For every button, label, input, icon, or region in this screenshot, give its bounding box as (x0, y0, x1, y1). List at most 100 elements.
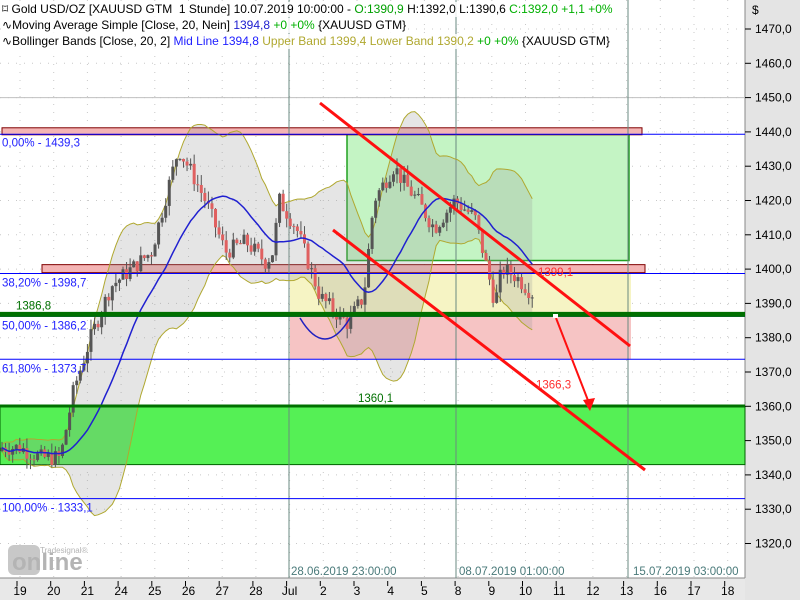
candle-body (256, 243, 260, 249)
candle-body (7, 451, 11, 455)
x-tick-label: 24 (114, 584, 128, 598)
candle-body (313, 268, 317, 287)
y-tick-label: 1460,0 (755, 56, 792, 70)
candle-body (214, 208, 218, 228)
candle-body (331, 298, 335, 313)
legend-ma: ∿Moving Average Simple [Close, 20, Nein]… (2, 18, 407, 33)
candle-body (434, 224, 438, 233)
logo-tagline: Tradesignal® (40, 546, 88, 555)
candle-body (459, 203, 463, 211)
y-tick-label: 1410,0 (755, 228, 792, 242)
candle-body (221, 234, 225, 241)
legend-close: C:1392,0 +1,1 +0% (509, 2, 613, 16)
candle-body (146, 255, 150, 259)
candle-body (142, 255, 146, 259)
x-tick-label: 18 (721, 584, 735, 598)
candle-body (167, 179, 171, 206)
candle-body (399, 168, 403, 183)
candle-body (117, 279, 121, 283)
candle-body (484, 253, 488, 261)
candle-body (292, 226, 296, 228)
candle-body (224, 240, 228, 253)
candle-body (402, 174, 406, 183)
level-label-1360: 1360,1 (358, 393, 393, 405)
legend-ma-change: +0 +0% (273, 18, 315, 32)
candle-body (388, 181, 392, 188)
x-tick-label: 2 (320, 584, 327, 598)
price-chart[interactable]: 0,00% - 1439,3 38,20% - 1398,7 50,00% - 13… (0, 0, 800, 600)
fib-label-382: 38,20% - 1398,7 (2, 278, 86, 290)
x-tick-label: 11 (553, 584, 566, 598)
candle-body (89, 329, 93, 352)
y-tick-label: 1360,0 (755, 399, 792, 413)
candle-body (249, 245, 253, 252)
y-tick-label: 1350,0 (755, 434, 792, 448)
candle-body (416, 193, 420, 195)
y-tick-label: 1420,0 (755, 194, 792, 208)
x-tick-label: 20 (47, 584, 61, 598)
candle-body (178, 158, 182, 160)
candle-body (50, 453, 54, 465)
candle-body (438, 226, 442, 233)
x-tick-label: 27 (216, 584, 230, 598)
x-tick-label: Jul (282, 584, 297, 598)
x-tick-label: 8 (455, 584, 462, 598)
candle-body (36, 453, 40, 460)
candle-body (210, 203, 214, 209)
y-tick-label: 1450,0 (755, 91, 792, 105)
fib-label-618: 61,80% - 1373,7 (2, 363, 86, 375)
candle-body (171, 166, 175, 180)
candle-body (160, 217, 164, 223)
candle-body (196, 184, 200, 186)
candle-body (203, 192, 207, 201)
x-tick-label: 25 (148, 584, 162, 598)
candle-body (395, 168, 399, 175)
candle-body (235, 239, 239, 244)
candle-body (217, 227, 221, 235)
candle-body (463, 209, 467, 211)
x-tick-label: 9 (488, 584, 495, 598)
candle-body (228, 252, 232, 258)
candle-body (60, 444, 64, 456)
candle-body (310, 268, 314, 270)
candle-body (185, 161, 189, 166)
y-tick-label: 1380,0 (755, 331, 792, 345)
candle-body (530, 297, 534, 299)
candle-body (199, 185, 203, 193)
candle-body (260, 248, 264, 260)
candle-body (64, 430, 68, 445)
candle-body (110, 286, 114, 301)
x-tick-label: 17 (687, 584, 701, 598)
candle-body (242, 234, 246, 244)
legend-open: O:1390,9 (354, 2, 404, 16)
candle-body (285, 211, 289, 219)
candle-body (409, 186, 413, 196)
y-tick-label: 1440,0 (755, 125, 792, 139)
x-tick-label: 26 (182, 584, 196, 598)
date-label-3: 15.07.2019 03:00:00 (633, 566, 739, 578)
candle-body (132, 261, 136, 268)
candle-body (278, 193, 282, 223)
date-label-2: 08.07.2019 01:00:00 (459, 566, 565, 578)
y-tick-label: 1400,0 (755, 262, 792, 276)
indicator-icon: ∿ (2, 18, 13, 32)
level-label-1399: 1399,1 (538, 267, 573, 279)
candle-body (164, 205, 168, 218)
candle-body (349, 315, 353, 329)
candle-body (320, 293, 324, 299)
indicator-icon: ∿ (2, 34, 13, 48)
legend-bb-name: Bollinger Bands [Close, 20, 2] (12, 34, 171, 48)
candle-body (523, 289, 527, 293)
fib-label-100: 100,00% - 1333,1 (2, 503, 93, 515)
legend-high: H:1392,0 (407, 2, 456, 16)
level-label-1366: 1366,3 (536, 380, 571, 392)
candle-body (281, 193, 285, 212)
candle-body (441, 222, 445, 227)
x-tick-label: 13 (620, 584, 634, 598)
resistance-band-top (1, 127, 643, 136)
candle-body (295, 226, 299, 232)
legend-bb-change: +0 +0% (477, 34, 519, 48)
candle-body (85, 351, 89, 364)
candle-body (359, 299, 363, 305)
candle-body (317, 286, 321, 299)
